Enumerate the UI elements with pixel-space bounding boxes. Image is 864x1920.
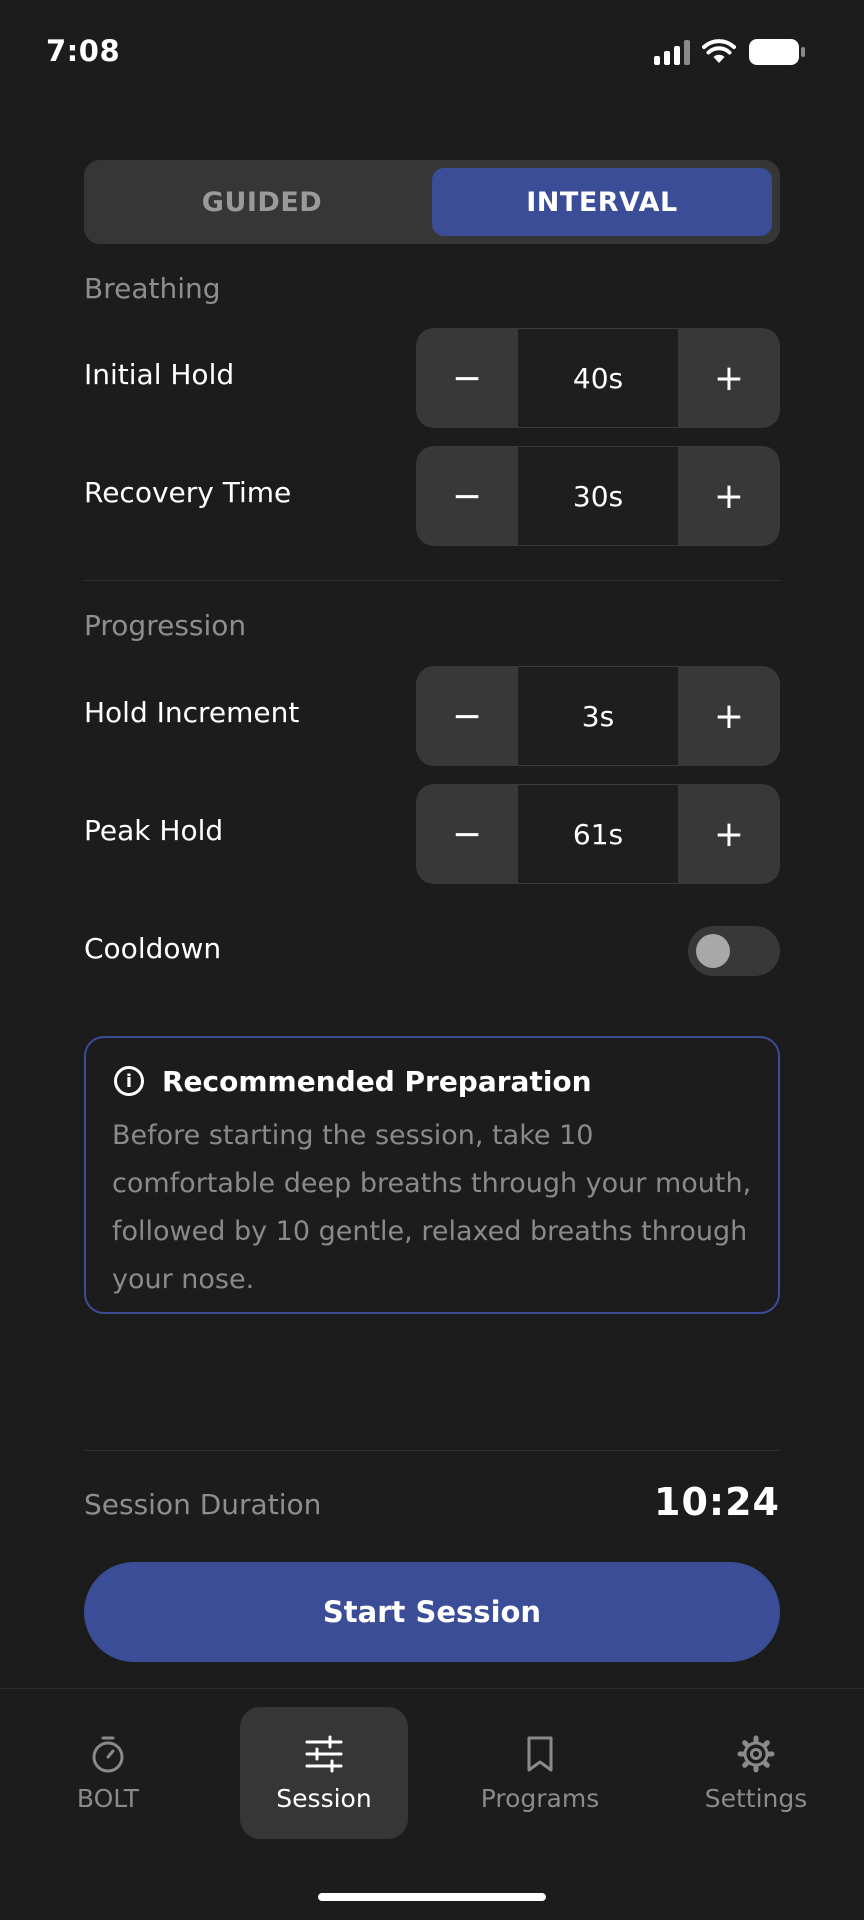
- hold-increment-increment-button[interactable]: +: [678, 666, 780, 766]
- footer-divider: [84, 1450, 780, 1451]
- hold-increment-value: 3s: [518, 666, 678, 766]
- tab-label-session: Session: [276, 1783, 372, 1813]
- tab-label-settings: Settings: [704, 1783, 808, 1813]
- tab-programs[interactable]: Programs: [456, 1707, 624, 1839]
- peak-hold-decrement-button[interactable]: −: [416, 784, 518, 884]
- battery-icon: [749, 39, 805, 65]
- tab-session[interactable]: Session: [240, 1707, 408, 1839]
- gear-icon: [737, 1735, 775, 1772]
- hold-increment-stepper: − 3s +: [416, 666, 780, 766]
- info-body: Before starting the session, take 10 com…: [112, 1120, 752, 1295]
- bookmark-icon: [527, 1736, 553, 1771]
- toggle-knob: [696, 934, 730, 968]
- hold-increment-decrement-button[interactable]: −: [416, 666, 518, 766]
- recovery-time-increment-button[interactable]: +: [678, 446, 780, 546]
- initial-hold-label: Initial Hold: [84, 358, 235, 391]
- wifi-icon: [702, 39, 736, 63]
- recovery-time-decrement-button[interactable]: −: [416, 446, 518, 546]
- section-title-progression: Progression: [84, 609, 247, 642]
- home-indicator: [318, 1893, 546, 1901]
- initial-hold-decrement-button[interactable]: −: [416, 328, 518, 428]
- start-session-button[interactable]: Start Session: [84, 1562, 780, 1662]
- section-divider: [84, 580, 780, 581]
- status-icons: [654, 38, 806, 66]
- status-bar: 7:08: [0, 0, 864, 110]
- peak-hold-label: Peak Hold: [84, 814, 224, 847]
- recovery-time-stepper: − 30s +: [416, 446, 780, 546]
- tab-interval[interactable]: INTERVAL: [432, 168, 772, 236]
- recommended-preparation-card: i Recommended Preparation Before startin…: [84, 1036, 780, 1314]
- initial-hold-increment-button[interactable]: +: [678, 328, 780, 428]
- session-duration-value: 10:24: [654, 1480, 780, 1524]
- recovery-time-label: Recovery Time: [84, 476, 292, 509]
- status-time: 7:08: [46, 34, 121, 68]
- hold-increment-label: Hold Increment: [84, 696, 300, 729]
- tab-guided[interactable]: GUIDED: [92, 168, 432, 236]
- tab-label-programs: Programs: [480, 1783, 600, 1813]
- initial-hold-value: 40s: [518, 328, 678, 428]
- info-title: Recommended Preparation: [162, 1064, 592, 1098]
- bottom-tab-bar: BOLT Session Programs Settings: [0, 1688, 864, 1920]
- recovery-time-value: 30s: [518, 446, 678, 546]
- session-duration-label: Session Duration: [84, 1488, 322, 1521]
- peak-hold-stepper: − 61s +: [416, 784, 780, 884]
- sliders-icon: [305, 1735, 343, 1772]
- stopwatch-icon: [92, 1736, 124, 1772]
- initial-hold-stepper: − 40s +: [416, 328, 780, 428]
- tab-label-bolt: BOLT: [76, 1783, 140, 1813]
- cooldown-toggle[interactable]: [688, 926, 780, 976]
- signal-icon: [654, 39, 690, 65]
- section-title-breathing: Breathing: [84, 272, 221, 305]
- mode-segmented-control: GUIDED INTERVAL: [84, 160, 780, 244]
- peak-hold-increment-button[interactable]: +: [678, 784, 780, 884]
- tab-settings[interactable]: Settings: [672, 1707, 840, 1839]
- peak-hold-value: 61s: [518, 784, 678, 884]
- cooldown-label: Cooldown: [84, 932, 222, 965]
- tab-bolt[interactable]: BOLT: [24, 1707, 192, 1839]
- info-icon: i: [114, 1066, 144, 1096]
